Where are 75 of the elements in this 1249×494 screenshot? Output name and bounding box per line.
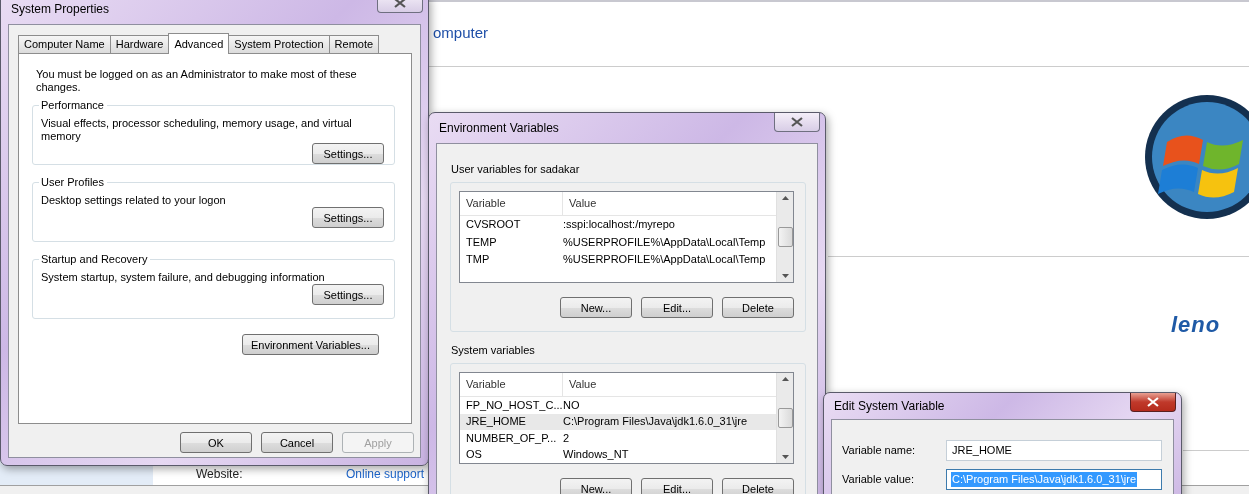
- list-row[interactable]: OS Windows_NT: [460, 446, 776, 463]
- variable-name: TEMP: [466, 235, 497, 249]
- page-heading: omputer: [433, 26, 489, 39]
- scroll-down-icon[interactable]: [781, 274, 789, 278]
- vertical-scrollbar[interactable]: [776, 373, 793, 463]
- tab[interactable]: System Protection: [228, 35, 330, 53]
- tab[interactable]: Computer Name: [18, 35, 111, 53]
- variable-name: TMP: [466, 253, 490, 267]
- variable-value: Windows_NT: [562, 448, 629, 462]
- list-row[interactable]: FP_NO_HOST_C...NO: [460, 397, 776, 414]
- scroll-up-icon[interactable]: [781, 377, 789, 381]
- settings-button[interactable]: Settings...: [312, 207, 384, 228]
- variable-name: JRE_HOME: [466, 415, 526, 429]
- settings-button[interactable]: Settings...: [312, 284, 384, 305]
- list-row[interactable]: NUMBER_OF_P... 2: [460, 430, 776, 447]
- variable-name: CVSROOT: [466, 218, 521, 232]
- list-row[interactable]: TEMP %USERPROFILE%\AppData\Local\Temp: [460, 233, 776, 251]
- group-title: Startup and Recovery: [40, 253, 149, 266]
- close-icon: [394, 0, 406, 8]
- variable-name: FP_NO_HOST_C...: [466, 398, 563, 412]
- list-row[interactable]: JRE_HOME C:\Program Files\Java\jdk1.6.0_31\jre: [460, 413, 776, 430]
- variable-name: OS: [466, 448, 482, 462]
- column-header[interactable]: Value: [563, 373, 776, 396]
- list-action-button[interactable]: Edit...: [641, 297, 713, 318]
- section-title: System variables: [451, 344, 536, 357]
- tab[interactable]: Remote: [328, 35, 380, 53]
- group-description: Desktop settings related to your logon: [41, 194, 227, 207]
- variable-value: C:\Program Files\Java\jdk1.6.0_31\jre: [562, 415, 748, 429]
- vertical-scrollbar[interactable]: [776, 192, 793, 282]
- scroll-thumb[interactable]: [777, 227, 793, 247]
- variable-value: :sspi:localhost:/myrepo: [562, 218, 675, 232]
- window-title: Edit System Variable: [834, 399, 945, 413]
- variables-list[interactable]: Variable Value CVSROOT :sspi:localhost:/myrepo TEMP %USERPROFILE%\AppData\Local\Temp TMP %USERPROFILE%\AppData\Local\Temp: [459, 191, 794, 283]
- list-row[interactable]: CVSROOT :sspi:localhost:/myrepo: [460, 216, 776, 234]
- website-label: Website:: [196, 468, 243, 481]
- scroll-up-icon[interactable]: [781, 196, 789, 200]
- list-action-button[interactable]: New...: [560, 297, 632, 318]
- variable-value: %USERPROFILE%\AppData\Local\Temp: [562, 235, 766, 249]
- window-title: System Properties: [11, 2, 110, 16]
- column-header[interactable]: Variable: [460, 192, 563, 215]
- variable-value: 2: [562, 431, 570, 445]
- list-action-button[interactable]: Edit...: [641, 478, 713, 494]
- variable-name: NUMBER_OF_P...: [466, 431, 557, 445]
- variables-list[interactable]: Variable Value FP_NO_HOST_C...NO JRE_HOME C:\Program Files\Java\jdk1.6.0_31\jre NUMBER_OF_P... 2 OS Windows_NT: [459, 372, 794, 464]
- window-title: Environment Variables: [439, 121, 559, 135]
- scroll-thumb[interactable]: [777, 408, 793, 428]
- column-header[interactable]: Variable: [460, 373, 563, 396]
- tab[interactable]: Advanced: [168, 33, 230, 54]
- tab[interactable]: Hardware: [109, 35, 170, 53]
- scroll-down-icon[interactable]: [781, 455, 789, 459]
- close-button[interactable]: [1130, 393, 1176, 412]
- brand-logo: leno: [1171, 318, 1221, 331]
- close-icon: [1147, 397, 1159, 407]
- list-action-button[interactable]: New...: [560, 478, 632, 494]
- group-description: System startup, system failure, and debugging information: [41, 271, 326, 284]
- group-description: Visual effects, processor scheduling, memory usage, and virtual memory: [41, 117, 353, 143]
- text-field[interactable]: JRE_HOME: [946, 440, 1162, 461]
- environment-variables-button[interactable]: Environment Variables...: [241, 334, 379, 355]
- list-action-button[interactable]: Delete: [722, 478, 794, 494]
- variable-value: %USERPROFILE%\AppData\Local\Temp: [562, 253, 766, 267]
- group-title: User Profiles: [40, 176, 105, 189]
- admin-notice: You must be logged on as an Administrator to make most of these changes.: [36, 68, 358, 94]
- list-action-button[interactable]: Delete: [722, 297, 794, 318]
- settings-button[interactable]: Settings...: [312, 143, 384, 164]
- close-icon: [791, 117, 803, 127]
- field-label: Variable name:: [842, 444, 917, 457]
- group-title: Performance: [40, 99, 105, 112]
- close-button[interactable]: [774, 113, 820, 132]
- dialog-button[interactable]: Cancel: [261, 432, 333, 453]
- section-title: User variables for sadakar: [451, 162, 581, 176]
- field-label: Variable value:: [842, 473, 915, 486]
- list-row[interactable]: TMP %USERPROFILE%\AppData\Local\Temp: [460, 251, 776, 269]
- dialog-button[interactable]: OK: [180, 432, 252, 453]
- support-link[interactable]: Online support: [346, 468, 425, 481]
- column-header[interactable]: Value: [563, 192, 776, 215]
